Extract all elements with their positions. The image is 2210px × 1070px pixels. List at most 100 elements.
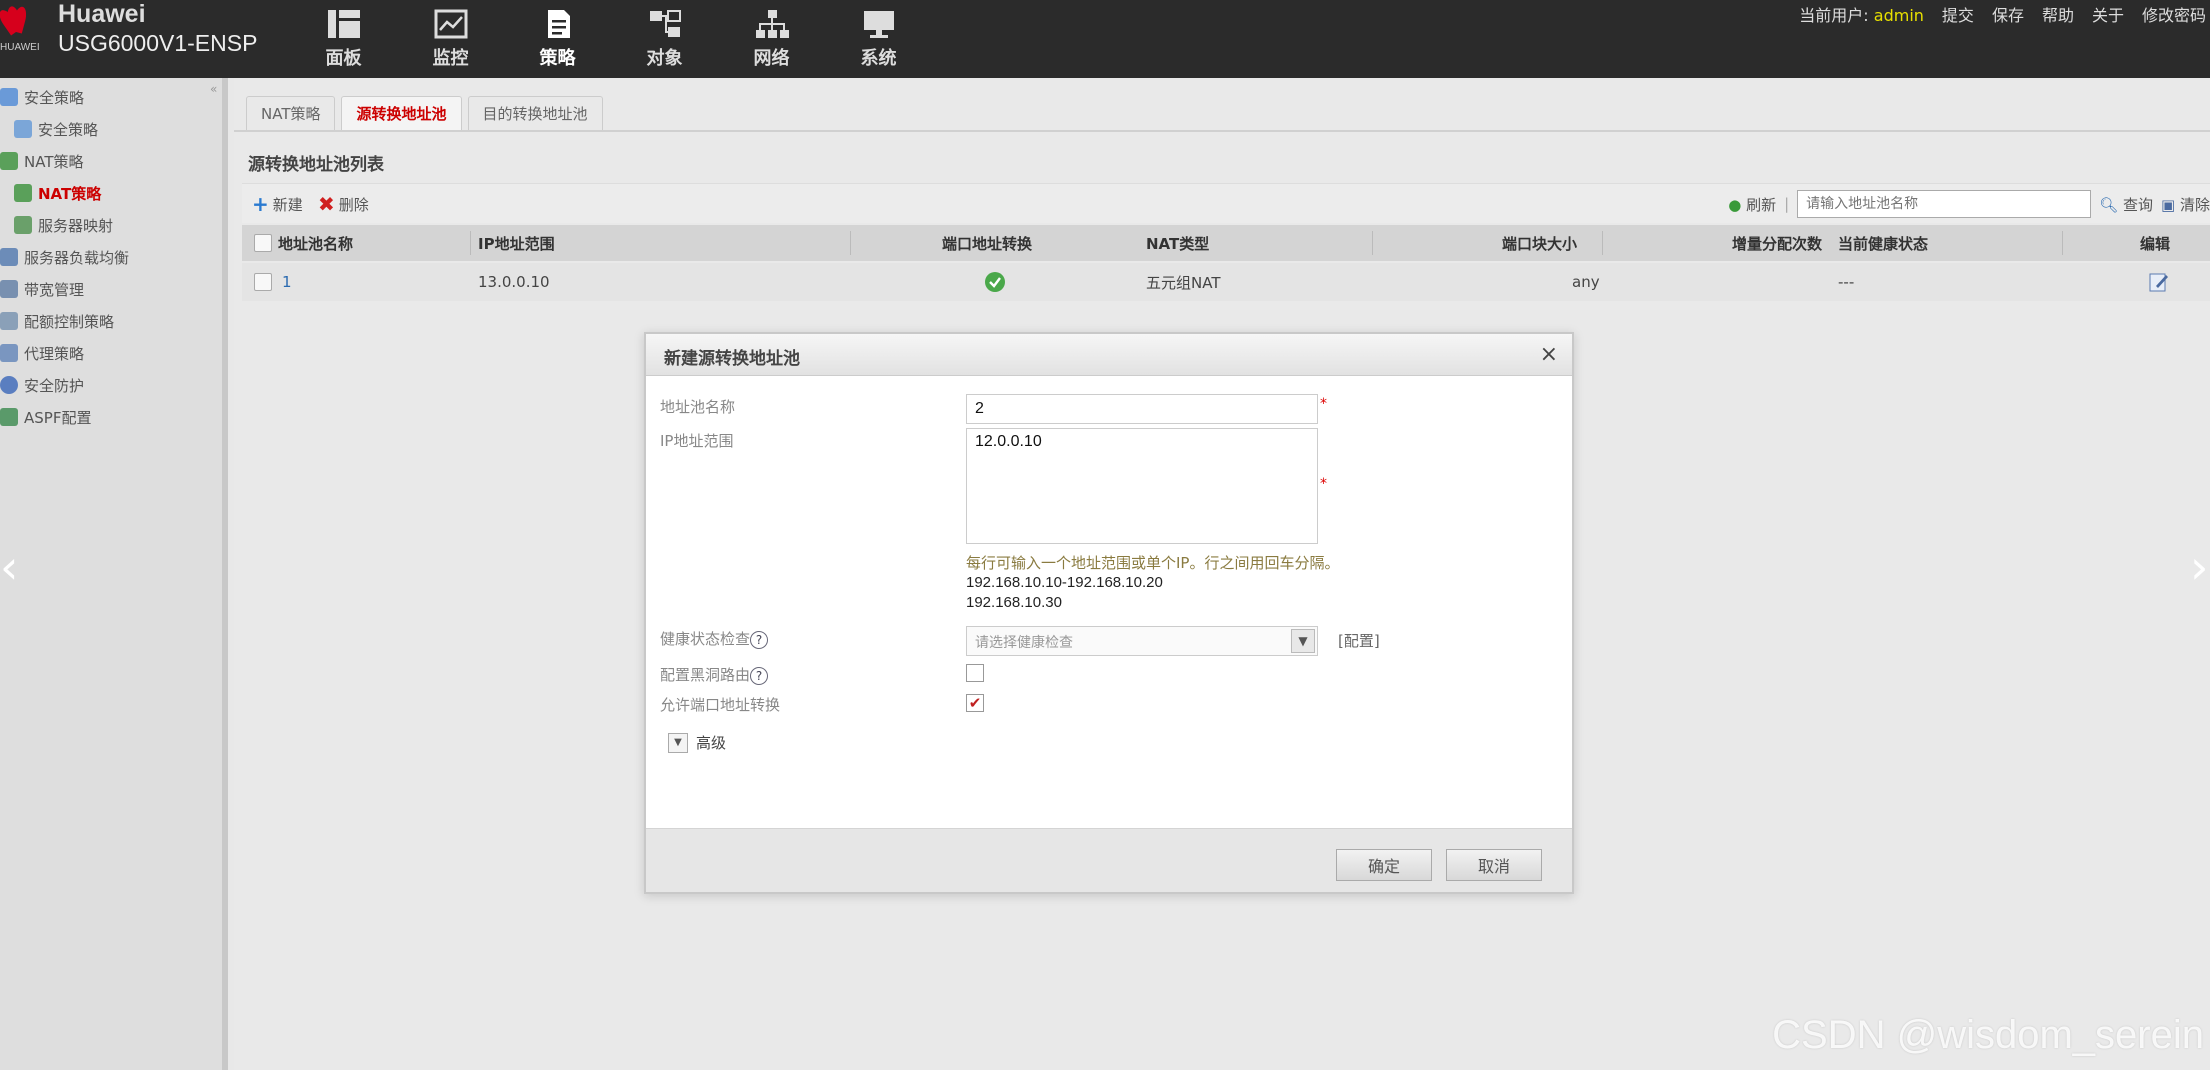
row-checkbox[interactable] xyxy=(254,263,272,301)
table-row[interactable]: 1 13.0.0.10 五元组NAT any --- xyxy=(242,263,2210,301)
health-cell: --- xyxy=(1838,273,1855,291)
tab-divider xyxy=(234,130,2210,132)
allow-pat-checkbox[interactable]: ✔ xyxy=(966,694,984,712)
sidebar-item-nat-policy-sub[interactable]: NAT策略 xyxy=(14,179,101,207)
nat-type-cell: 五元组NAT xyxy=(1146,273,1221,292)
about-link[interactable]: 关于 xyxy=(2092,2,2124,26)
security-policy-icon xyxy=(0,88,18,106)
new-button[interactable]: + 新建 xyxy=(252,192,303,216)
next-arrow-icon[interactable]: › xyxy=(2190,540,2208,594)
sidebar-item-server-mapping[interactable]: 服务器映射 xyxy=(14,211,113,239)
tab-destination-pool[interactable]: 目的转换地址池 xyxy=(467,96,603,130)
aspf-icon xyxy=(0,408,18,426)
col-health[interactable]: 当前健康状态 xyxy=(1838,225,1928,261)
tab-source-pool[interactable]: 源转换地址池 xyxy=(341,96,462,130)
query-label: 查询 xyxy=(2123,195,2154,214)
allow-pat-label: 允许端口地址转换 xyxy=(660,696,781,714)
blackhole-route-label: 配置黑洞路由? xyxy=(660,664,769,685)
advanced-label: 高级 xyxy=(696,734,727,752)
refresh-label: 刷新 xyxy=(1746,195,1777,214)
top-bar: HUAWEI Huawei USG6000V1-ENSP 面板 监控 策略 对象… xyxy=(0,0,2210,78)
help-icon[interactable]: ? xyxy=(750,666,769,685)
nav-network[interactable]: 网络 xyxy=(718,0,825,78)
col-increment[interactable]: 增量分配次数 xyxy=(1732,225,1822,261)
nav-policy[interactable]: 策略 xyxy=(504,0,611,78)
sidebar-item-security-policy[interactable]: 安全策略 xyxy=(0,83,84,111)
close-icon[interactable]: × xyxy=(1540,342,1558,367)
tab-bar: NAT策略 源转换地址池 目的转换地址池 xyxy=(246,96,603,130)
delete-label: 删除 xyxy=(338,195,369,214)
column-separator xyxy=(1372,231,1373,255)
hint-example-single: 192.168.10.30 xyxy=(966,594,1062,611)
ip-range-hint: 每行可输入一个地址范围或单个IP。行之间用回车分隔。 192.168.10.10… xyxy=(966,553,1339,613)
health-check-select[interactable]: 请选择健康检查 ▼ xyxy=(966,626,1318,656)
nav-object[interactable]: 对象 xyxy=(611,0,718,78)
ok-button[interactable]: 确定 xyxy=(1336,849,1432,881)
user-links: 当前用户: admin 提交 保存 帮助 关于 修改密码 xyxy=(1799,2,2206,26)
block-size-cell: any xyxy=(1572,273,1600,291)
sidebar-item-aspf[interactable]: ASPF配置 xyxy=(0,403,91,431)
change-password-link[interactable]: 修改密码 xyxy=(2142,2,2206,26)
dialog-header: 新建源转换地址池 × xyxy=(646,334,1572,376)
nav-dashboard[interactable]: 面板 xyxy=(290,0,397,78)
save-link[interactable]: 保存 xyxy=(1992,2,2024,26)
watermark: CSDN @wisdom_serein xyxy=(1772,1013,2204,1057)
refresh-button[interactable]: ● 刷新 xyxy=(1728,194,1776,215)
cancel-button[interactable]: 取消 xyxy=(1446,849,1542,881)
collapse-sidebar-icon[interactable]: « xyxy=(210,82,217,96)
main-nav: 面板 监控 策略 对象 网络 系统 xyxy=(290,0,932,78)
query-button[interactable]: 🔍︎ 查询 xyxy=(2099,194,2153,215)
col-pool-name[interactable]: 地址池名称 xyxy=(278,225,353,261)
help-icon[interactable]: ? xyxy=(750,630,769,649)
advanced-toggle[interactable]: ▼ 高级 xyxy=(668,732,726,753)
clear-button[interactable]: ▣ 清除 xyxy=(2161,194,2210,215)
sidebar-item-proxy-policy[interactable]: 代理策略 xyxy=(0,339,84,367)
delete-button[interactable]: ✖ 删除 xyxy=(318,192,369,216)
select-all-checkbox[interactable] xyxy=(254,225,272,261)
sidebar-item-bandwidth[interactable]: 带宽管理 xyxy=(0,275,84,303)
col-nat-type[interactable]: NAT类型 xyxy=(1146,225,1209,261)
ip-range-textarea[interactable]: 12.0.0.10 xyxy=(966,428,1318,544)
column-separator xyxy=(850,231,851,255)
pool-name-link[interactable]: 1 xyxy=(282,263,292,301)
tab-nat-policy[interactable]: NAT策略 xyxy=(246,96,336,130)
nav-label: 监控 xyxy=(432,48,469,69)
sidebar-item-label: 安全策略 xyxy=(38,120,99,139)
sidebar-item-security-policy-sub[interactable]: 安全策略 xyxy=(14,115,98,143)
col-ip-range[interactable]: IP地址范围 xyxy=(478,225,555,261)
chevron-down-icon[interactable]: ▼ xyxy=(1291,629,1315,653)
network-icon xyxy=(755,10,789,38)
sidebar-item-label: ASPF配置 xyxy=(24,408,92,427)
object-icon xyxy=(649,10,681,37)
column-separator xyxy=(2062,231,2063,255)
refresh-icon: ● xyxy=(1728,195,1742,214)
pool-name-input[interactable] xyxy=(966,394,1318,424)
commit-link[interactable]: 提交 xyxy=(1942,2,1974,26)
expand-icon: ▼ xyxy=(668,732,688,753)
nat-policy-icon xyxy=(0,152,18,170)
search-icon: 🔍︎ xyxy=(2099,195,2119,214)
col-edit[interactable]: 编辑 xyxy=(2140,225,2170,261)
nav-system[interactable]: 系统 xyxy=(825,0,932,78)
load-balance-icon xyxy=(0,248,18,266)
table-header: 地址池名称 IP地址范围 端口地址转换 NAT类型 端口块大小 增量分配次数 当… xyxy=(242,225,2210,261)
prev-arrow-icon[interactable]: ‹ xyxy=(0,540,18,594)
search-input[interactable] xyxy=(1797,190,2092,218)
sidebar-item-nat-policy[interactable]: NAT策略 xyxy=(0,147,83,175)
nav-label: 系统 xyxy=(860,48,897,69)
help-link[interactable]: 帮助 xyxy=(2042,2,2074,26)
col-port-translation[interactable]: 端口地址转换 xyxy=(942,225,1032,261)
col-block-size[interactable]: 端口块大小 xyxy=(1502,225,1577,261)
column-separator xyxy=(470,231,471,255)
config-link[interactable]: [配置] xyxy=(1338,630,1380,651)
server-mapping-icon xyxy=(14,216,32,234)
sidebar-item-quota-control[interactable]: 配额控制策略 xyxy=(0,307,114,335)
edit-icon[interactable] xyxy=(2148,263,2170,301)
sidebar-item-label: 安全防护 xyxy=(24,376,85,395)
blackhole-route-checkbox[interactable] xyxy=(966,664,984,682)
sidebar-item-server-load-balance[interactable]: 服务器负载均衡 xyxy=(0,243,129,271)
system-icon xyxy=(863,11,894,38)
dialog-footer: 确定 取消 xyxy=(646,828,1572,892)
sidebar-item-security-protection[interactable]: 安全防护 xyxy=(0,371,84,399)
nav-monitor[interactable]: 监控 xyxy=(397,0,504,78)
